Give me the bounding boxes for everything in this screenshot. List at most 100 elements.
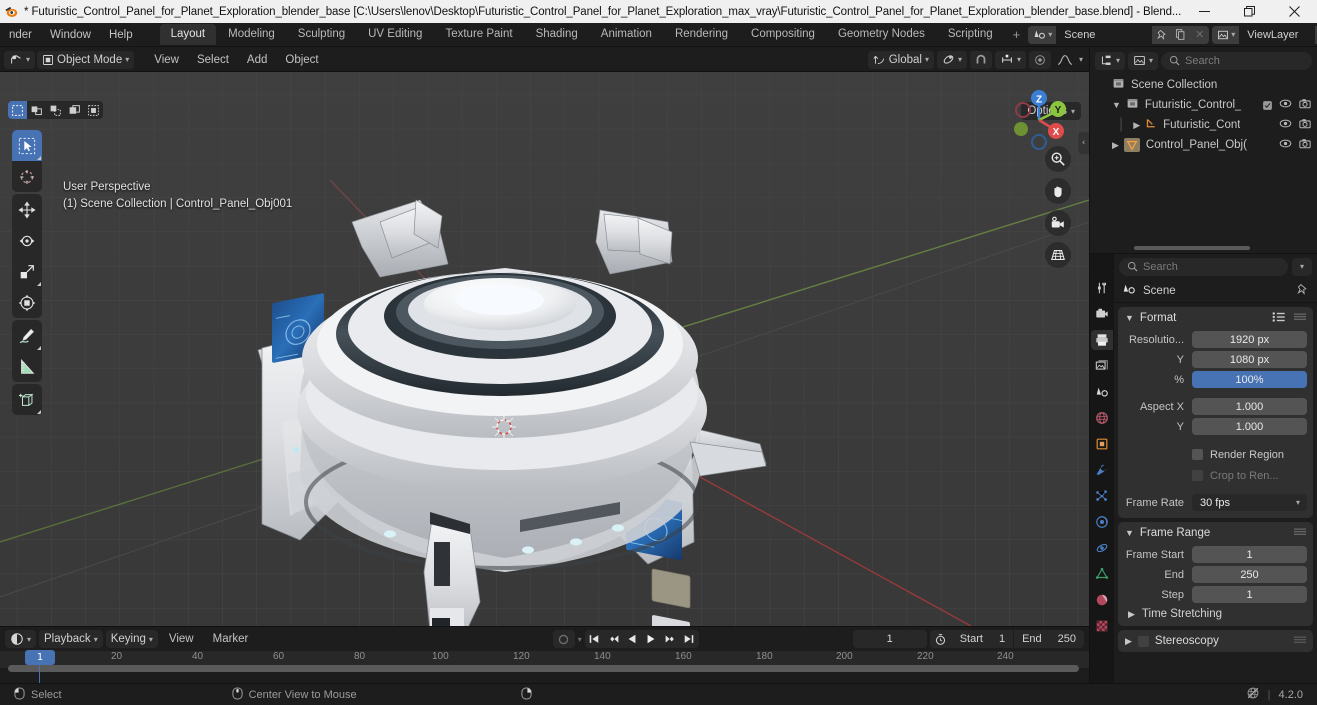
scene-icon[interactable]: ▾ <box>1028 25 1057 44</box>
properties-options-icon[interactable]: ▾ <box>1292 257 1312 276</box>
outliner-filter-icon[interactable]: ▾ <box>1128 51 1159 70</box>
presets-icon[interactable] <box>1272 311 1286 326</box>
tab-rendering[interactable]: Rendering <box>664 24 739 45</box>
play-icon[interactable] <box>642 630 661 648</box>
resolution-percent-field[interactable]: 100% <box>1192 371 1307 388</box>
format-panel-header[interactable]: ▼ Format <box>1118 307 1313 329</box>
data-tab-icon[interactable] <box>1091 564 1113 584</box>
menu-help[interactable]: Help <box>100 25 142 45</box>
output-tab-icon[interactable] <box>1091 330 1113 350</box>
stereoscopy-checkbox[interactable] <box>1137 635 1149 647</box>
world-tab-icon[interactable] <box>1091 408 1113 428</box>
timeline-menu-keying[interactable]: Keying ▾ <box>105 630 158 648</box>
outliner-row-futuristic-control[interactable]: ▼ Futuristic_Control_ <box>1090 95 1317 115</box>
delete-scene-icon[interactable]: ✕ <box>1190 25 1210 44</box>
frame-rate-dropdown[interactable]: 30 fps ▾ <box>1192 494 1307 511</box>
minimize-button[interactable] <box>1182 0 1227 23</box>
render-region-checkbox[interactable] <box>1192 449 1203 460</box>
crop-to-render-region-row[interactable]: Crop to Ren... <box>1118 466 1313 485</box>
close-button[interactable] <box>1272 0 1317 23</box>
frame-end-field[interactable]: 250 <box>1192 566 1307 583</box>
timeline-ruler[interactable]: 20 40 60 80 100 120 140 160 180 200 220 … <box>0 650 1089 689</box>
scale-tool-icon[interactable] <box>12 256 42 287</box>
zoom-icon[interactable] <box>1045 146 1071 172</box>
measure-tool-icon[interactable] <box>12 351 42 382</box>
viewlayer-selector[interactable]: ▾ ViewLayer ✕ <box>1212 25 1317 44</box>
panel-drag-handle[interactable] <box>1294 312 1306 325</box>
viewlayer-icon[interactable]: ▾ <box>1212 25 1240 44</box>
scene-tab-icon[interactable] <box>1091 382 1113 402</box>
tab-scripting[interactable]: Scripting <box>937 24 1004 45</box>
timeline-editor-icon[interactable]: ▾ <box>5 630 37 648</box>
proportional-edit-icon[interactable] <box>1028 50 1051 69</box>
outliner-row-control-panel-obj[interactable]: ▶ Control_Panel_Obj( <box>1090 135 1317 155</box>
panel-drag-handle[interactable] <box>1294 635 1306 648</box>
tab-compositing[interactable]: Compositing <box>740 24 826 45</box>
cursor-tool-icon[interactable] <box>12 161 42 192</box>
tab-shading[interactable]: Shading <box>525 24 589 45</box>
timeline-playhead[interactable]: 1 <box>25 650 55 665</box>
timeline-menu-marker[interactable]: Marker <box>205 632 257 646</box>
pivot-point-selector[interactable]: ▾ <box>936 50 967 69</box>
chevron-down-icon[interactable]: ▼ <box>1125 313 1134 323</box>
end-frame-field[interactable]: End 250 <box>1013 630 1084 648</box>
tab-animation[interactable]: Animation <box>590 24 663 45</box>
use-preview-range-icon[interactable] <box>930 630 952 648</box>
toggle-perspective-icon[interactable] <box>1045 242 1071 268</box>
start-frame-field[interactable]: Start 1 <box>952 630 1013 648</box>
render-tab-icon[interactable] <box>1091 304 1113 324</box>
tab-layout[interactable]: Layout <box>159 24 217 45</box>
pin-icon[interactable] <box>1296 283 1309 299</box>
box-select-icon[interactable] <box>27 101 46 119</box>
chevron-right-icon[interactable]: ▶ <box>1125 636 1132 647</box>
panel-drag-handle[interactable] <box>1294 527 1306 540</box>
camera-view-icon[interactable] <box>1045 210 1071 236</box>
chevron-down-icon[interactable]: ▼ <box>1112 100 1121 110</box>
stereoscopy-panel-header[interactable]: ▶ Stereoscopy <box>1118 630 1313 652</box>
viewlayer-name-field[interactable]: ViewLayer <box>1239 25 1316 44</box>
viewlayer-tab-icon[interactable] <box>1091 356 1113 376</box>
material-tab-icon[interactable] <box>1091 590 1113 610</box>
rotate-tool-icon[interactable] <box>12 225 42 256</box>
viewport-menu-view[interactable]: View <box>146 53 187 67</box>
transform-tool-icon[interactable] <box>12 287 42 318</box>
auto-keying-icon[interactable] <box>552 630 575 648</box>
aspect-y-field[interactable]: 1.000 <box>1192 418 1307 435</box>
menu-window[interactable]: Window <box>41 25 100 45</box>
proportional-falloff-icon[interactable] <box>1054 51 1076 69</box>
tool-tab-icon[interactable] <box>1091 278 1113 298</box>
camera-icon[interactable] <box>1299 118 1311 132</box>
jump-to-end-icon[interactable] <box>680 630 699 648</box>
eye-icon[interactable] <box>1279 118 1292 132</box>
collection-enable-checkbox[interactable] <box>1263 100 1272 110</box>
pan-hand-icon[interactable] <box>1045 178 1071 204</box>
chevron-right-icon[interactable]: ▶ <box>1128 609 1135 620</box>
jump-to-start-icon[interactable] <box>585 630 604 648</box>
outliner-search-input[interactable]: Search <box>1161 51 1312 70</box>
outliner-row-scene-collection[interactable]: Scene Collection <box>1090 75 1317 95</box>
snap-to-selector[interactable]: ▾ <box>994 50 1026 69</box>
pin-scene-icon[interactable] <box>1152 25 1172 44</box>
resolution-y-field[interactable]: 1080 px <box>1192 351 1307 368</box>
editor-type-icon[interactable]: ▾ <box>4 50 36 69</box>
next-keyframe-icon[interactable] <box>661 630 680 648</box>
sidebar-toggle-icon[interactable]: ‹ <box>1078 132 1089 154</box>
tab-sculpting[interactable]: Sculpting <box>287 24 356 45</box>
tab-uv-editing[interactable]: UV Editing <box>357 24 433 45</box>
magnet-icon[interactable] <box>969 50 992 69</box>
3d-viewport[interactable]: User Perspective (1) Scene Collection | … <box>0 72 1089 626</box>
aspect-x-field[interactable]: 1.000 <box>1192 398 1307 415</box>
new-scene-icon[interactable] <box>1171 25 1191 44</box>
chevron-right-icon[interactable]: ▶ <box>1112 140 1119 151</box>
current-frame-field[interactable]: 1 <box>852 630 927 648</box>
tweak-select-icon[interactable] <box>8 101 27 119</box>
time-stretching-subpanel[interactable]: ▶ Time Stretching <box>1118 604 1313 620</box>
extend-select-icon[interactable] <box>84 101 103 119</box>
properties-search-input[interactable]: Search <box>1119 257 1288 276</box>
viewport-menu-add[interactable]: Add <box>239 53 275 67</box>
camera-icon[interactable] <box>1299 98 1311 112</box>
crop-to-render-checkbox[interactable] <box>1192 470 1203 481</box>
viewport-menu-object[interactable]: Object <box>277 53 326 67</box>
tab-geometry-nodes[interactable]: Geometry Nodes <box>827 24 936 45</box>
timeline-menu-view[interactable]: View <box>161 632 202 646</box>
